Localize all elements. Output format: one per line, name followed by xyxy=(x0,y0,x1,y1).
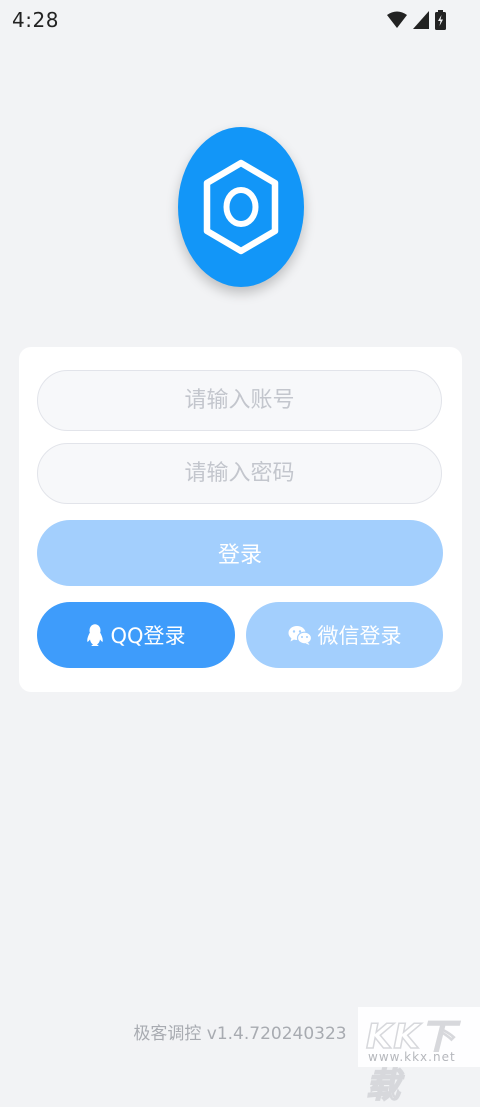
qq-login-button[interactable]: QQ登录 xyxy=(37,602,235,668)
login-button[interactable]: 登录 xyxy=(37,520,443,586)
login-button-label: 登录 xyxy=(217,543,262,568)
wechat-login-label: 微信登录 xyxy=(317,624,402,648)
qq-login-label: QQ登录 xyxy=(110,624,186,648)
battery-charging-icon xyxy=(435,10,446,30)
wechat-login-button[interactable]: 微信登录 xyxy=(246,602,443,668)
qq-penguin-icon xyxy=(86,624,104,646)
status-icons xyxy=(387,10,446,30)
watermark-url: www.kkx.net xyxy=(368,1050,456,1064)
wifi-icon xyxy=(387,11,407,29)
cellular-signal-icon xyxy=(413,11,429,29)
app-logo xyxy=(178,127,304,287)
wechat-icon xyxy=(288,625,312,645)
status-bar: 4:28 xyxy=(0,0,480,42)
status-time: 4:28 xyxy=(12,8,59,32)
watermark: KK下载 www.kkx.net xyxy=(358,1007,480,1107)
account-input[interactable] xyxy=(37,370,442,431)
login-card: 登录 QQ登录 微信登录 xyxy=(19,347,462,692)
password-input[interactable] xyxy=(37,443,442,504)
